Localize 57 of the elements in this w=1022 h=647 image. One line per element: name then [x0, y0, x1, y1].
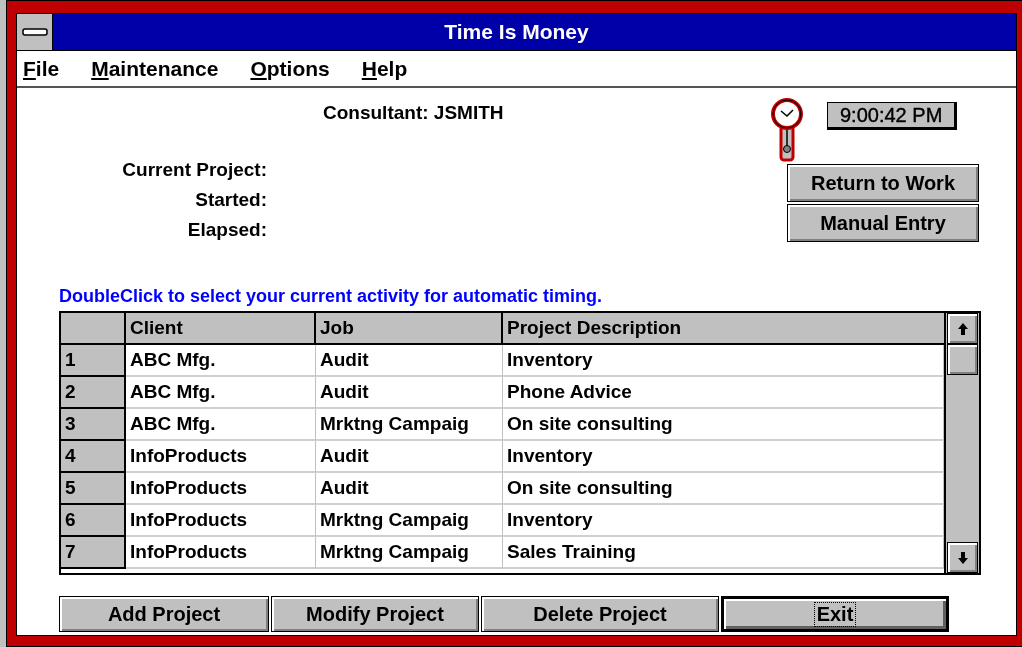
table-cell: Mrktng Campaig [316, 409, 503, 441]
table-cell: Phone Advice [503, 377, 944, 409]
menu-item[interactable]: Maintenance [91, 56, 219, 81]
table-cell: InfoProducts [126, 473, 316, 505]
table-cell: Audit [316, 473, 503, 505]
field-label: Started: [195, 188, 267, 212]
menu-item[interactable]: File [23, 56, 60, 81]
row-header[interactable]: 3 [61, 409, 126, 441]
down-arrow-icon [956, 550, 969, 565]
action-button[interactable]: Add Project [59, 596, 269, 632]
action-button[interactable]: Modify Project [271, 596, 479, 632]
consultant-label: Consultant: JSMITH [323, 102, 504, 123]
pendulum-clock-icon [771, 98, 803, 162]
scroll-up-button[interactable] [947, 313, 978, 344]
menu-item[interactable]: Options [250, 56, 330, 81]
minus-bar-icon [21, 28, 48, 36]
table-cell: Audit [316, 441, 503, 473]
column-header: Project Description [503, 313, 944, 345]
table-cell: On site consulting [503, 473, 944, 505]
table-cell: Mrktng Campaig [316, 505, 503, 537]
table-cell: Inventory [503, 345, 944, 377]
table-cell: ABC Mfg. [126, 345, 316, 377]
row-header[interactable]: 5 [61, 473, 126, 505]
menu-item[interactable]: Help [361, 56, 408, 81]
row-header[interactable]: 4 [61, 441, 126, 473]
row-header[interactable]: 1 [61, 345, 126, 377]
table-cell: ABC Mfg. [126, 409, 316, 441]
table-cell: Sales Training [503, 537, 944, 569]
table-cell: On site consulting [503, 409, 944, 441]
table-cell: InfoProducts [126, 505, 316, 537]
action-button[interactable]: Delete Project [481, 596, 719, 632]
row-header[interactable]: 6 [61, 505, 126, 537]
system-menu-button[interactable] [17, 14, 53, 50]
action-button[interactable]: Exit [721, 596, 949, 632]
field-label: Current Project: [122, 158, 267, 182]
table-cell: InfoProducts [126, 441, 316, 473]
table-cell: Audit [316, 377, 503, 409]
column-header: Job [316, 313, 503, 345]
table-cell: Mrktng Campaig [316, 537, 503, 569]
row-header[interactable]: 7 [61, 537, 126, 569]
side-button[interactable]: Manual Entry [787, 204, 979, 242]
scroll-down-button[interactable] [947, 542, 978, 573]
scroll-thumb[interactable] [947, 344, 978, 375]
column-header: Client [126, 313, 316, 345]
table-cell: Inventory [503, 441, 944, 473]
up-arrow-icon [956, 321, 969, 336]
field-label: Elapsed: [187, 218, 267, 242]
side-button[interactable]: Return to Work [787, 164, 979, 202]
table-cell: Inventory [503, 505, 944, 537]
instruction-text: DoubleClick to select your current activity for automatic timing. [59, 286, 603, 306]
row-header[interactable]: 2 [61, 377, 126, 409]
clock-time-display: 9:00:42 PM [827, 102, 958, 130]
table-cell: InfoProducts [126, 537, 316, 569]
vertical-scrollbar[interactable] [944, 313, 979, 573]
table-cell: Audit [316, 345, 503, 377]
window-title: Time Is Money [443, 19, 590, 45]
table-cell: ABC Mfg. [126, 377, 316, 409]
